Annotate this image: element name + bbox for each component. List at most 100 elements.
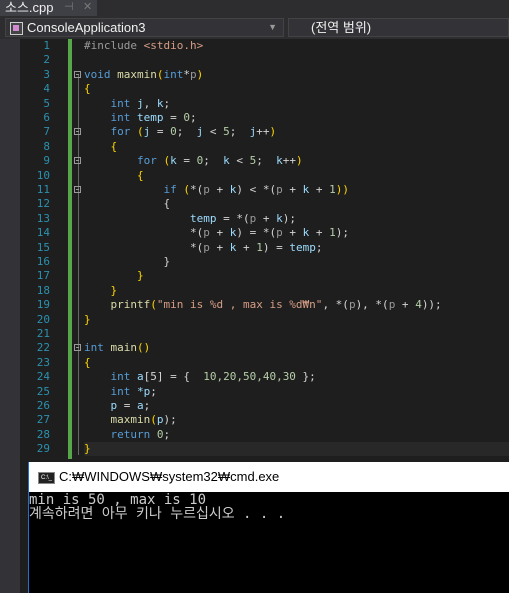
- code-token: k: [276, 154, 283, 168]
- code-text: *(p + k) = *(p + k + 1);: [84, 226, 349, 240]
- code-token: (: [136, 125, 144, 139]
- code-line[interactable]: 29}: [0, 442, 509, 456]
- line-number: 13: [36, 211, 50, 225]
- code-line[interactable]: 22 int main(): [0, 341, 509, 355]
- code-line[interactable]: 26 p = a;: [0, 399, 509, 413]
- code-token: ;: [315, 240, 323, 254]
- code-line[interactable]: 23 {: [0, 356, 509, 370]
- code-token: #include: [84, 39, 144, 52]
- code-line[interactable]: 20}: [0, 313, 509, 327]
- line-number: 5: [43, 96, 50, 110]
- code-token: );: [282, 211, 296, 225]
- code-token: 10,20,50,40,30: [203, 370, 296, 384]
- line-number: 28: [36, 427, 50, 441]
- code-text: return 0;: [84, 428, 170, 442]
- project-name: ConsoleApplication3: [27, 20, 146, 35]
- line-number: 21: [36, 327, 50, 340]
- code-line[interactable]: 4{: [0, 82, 509, 96]
- code-token: 0: [170, 125, 177, 139]
- code-token: );: [335, 226, 349, 240]
- collapse-icon[interactable]: [74, 186, 81, 193]
- console-title-bar[interactable]: C:\_ C:₩WINDOWS₩system32₩cmd.exe: [29, 462, 509, 492]
- code-line[interactable]: 24 int a[5] = { 10,20,50,40,30 };: [0, 370, 509, 384]
- code-line[interactable]: 28 return 0;: [0, 428, 509, 442]
- pin-icon[interactable]: ⊣: [64, 0, 74, 15]
- code-line[interactable]: 25 int *p;: [0, 385, 509, 399]
- line-number: 2: [43, 53, 50, 67]
- code-token: if: [84, 183, 184, 196]
- collapse-icon[interactable]: [74, 344, 81, 352]
- code-token: 1: [329, 226, 336, 240]
- code-line[interactable]: 3 void maxmin(int*p): [0, 68, 509, 82]
- code-line[interactable]: 10 {: [0, 169, 509, 183]
- code-token: +: [256, 211, 277, 225]
- code-line[interactable]: 17 }: [0, 269, 509, 283]
- code-line[interactable]: 12 {: [0, 197, 509, 211]
- tab-source-cpp[interactable]: 소스.cpp ⊣ ✕: [0, 0, 97, 16]
- code-line[interactable]: 14 *(p + k) = *(p + k + 1);: [0, 226, 509, 240]
- code-token: +: [309, 226, 330, 240]
- code-token: ) = *(: [236, 226, 277, 240]
- collapse-icon[interactable]: [74, 70, 81, 78]
- line-number: 14: [36, 226, 50, 240]
- collapse-icon[interactable]: [74, 128, 81, 136]
- code-token: +: [395, 298, 416, 312]
- code-text: }: [84, 255, 170, 269]
- code-token: *(: [84, 226, 204, 240]
- code-token: (): [137, 341, 151, 355]
- code-line[interactable]: 15 *(p + k + 1) = temp;: [0, 241, 509, 255]
- code-token: *(: [189, 183, 204, 196]
- code-token: p: [276, 226, 283, 240]
- line-number: 20: [36, 312, 50, 326]
- collapse-icon[interactable]: [74, 157, 81, 165]
- console-window[interactable]: C:\_ C:₩WINDOWS₩system32₩cmd.exe min is …: [28, 462, 509, 593]
- code-text: {: [84, 197, 170, 211]
- code-text: *(p + k + 1) = temp;: [84, 240, 323, 255]
- code-token: +: [282, 183, 303, 196]
- code-line[interactable]: 27 maxmin(p);: [0, 413, 509, 427]
- code-token: =: [150, 125, 171, 139]
- code-token: k: [276, 211, 283, 225]
- code-text: int temp = 0;: [84, 111, 196, 125]
- code-token: a: [136, 370, 144, 384]
- code-text: {: [84, 82, 91, 96]
- code-line[interactable]: 18 }: [0, 284, 509, 298]
- code-token: , *(: [322, 298, 349, 312]
- line-number: 11: [36, 183, 50, 196]
- code-line[interactable]: 19 printf("min is %d , max is %d₩n", *(p…: [0, 298, 509, 312]
- code-text: }: [84, 313, 91, 327]
- code-token: =: [176, 154, 197, 168]
- code-line[interactable]: 21: [0, 327, 509, 341]
- code-token: *: [183, 67, 190, 81]
- code-line[interactable]: 13 temp = *(p + k);: [0, 212, 509, 226]
- project-dropdown[interactable]: ConsoleApplication3 ▼: [5, 18, 284, 37]
- code-text: temp = *(p + k);: [84, 212, 296, 226]
- code-token: k: [223, 154, 230, 168]
- code-token: maxmin: [117, 67, 157, 81]
- code-line[interactable]: 1 #include <stdio.h>: [0, 39, 509, 53]
- line-number: 23: [36, 355, 50, 369]
- code-text: {: [84, 356, 91, 370]
- code-line[interactable]: 2: [0, 53, 509, 67]
- code-token: < *(: [242, 183, 277, 196]
- line-number: 9: [43, 154, 50, 168]
- code-token: +: [209, 240, 230, 254]
- code-line[interactable]: 7 for (j = 0; j < 5; j++): [0, 125, 509, 139]
- line-number: 10: [36, 168, 50, 182]
- line-number: 19: [36, 298, 50, 312]
- close-icon[interactable]: ✕: [83, 0, 92, 15]
- code-token: (: [156, 67, 164, 81]
- project-icon: [10, 22, 23, 35]
- code-line[interactable]: 9 for (k = 0; k < 5; k++): [0, 154, 509, 168]
- scope-dropdown[interactable]: (전역 범위): [288, 18, 509, 37]
- code-token: ): [196, 67, 204, 81]
- code-line[interactable]: 8 {: [0, 140, 509, 154]
- code-line[interactable]: 16 }: [0, 255, 509, 269]
- cmd-icon: C:\_: [38, 472, 55, 484]
- code-line[interactable]: 11 if (*(p + k) < *(p + k + 1)): [0, 183, 509, 197]
- code-line[interactable]: 6 int temp = 0;: [0, 111, 509, 125]
- code-token: temp: [289, 240, 316, 254]
- code-line[interactable]: 5 int j, k;: [0, 97, 509, 111]
- code-token: k: [170, 154, 177, 168]
- code-token: for: [84, 125, 137, 139]
